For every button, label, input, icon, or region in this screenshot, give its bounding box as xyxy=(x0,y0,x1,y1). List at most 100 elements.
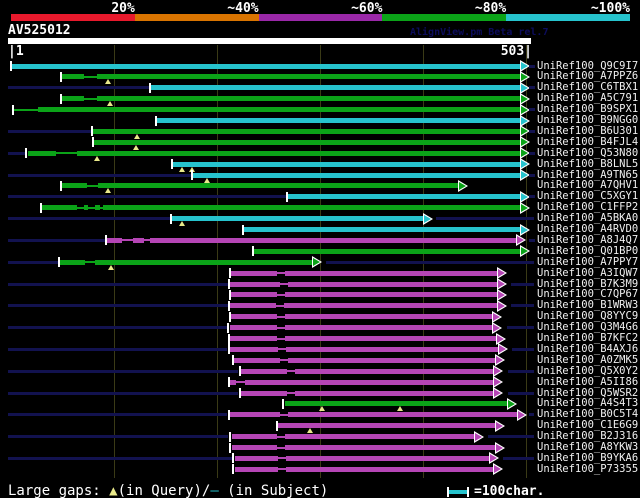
alignment-bar-segment[interactable] xyxy=(286,455,490,461)
alignment-bar-segment[interactable] xyxy=(285,434,475,440)
alignment-bar-segment[interactable] xyxy=(288,412,518,418)
subject-overhang-right xyxy=(529,413,534,417)
subject-gap-segment[interactable] xyxy=(280,359,288,362)
subject-gap-segment[interactable] xyxy=(84,97,97,100)
subject-gap-segment[interactable] xyxy=(87,184,98,187)
arrow-right-fill xyxy=(494,465,501,474)
alignment-bar-segment[interactable] xyxy=(230,412,280,418)
arrow-right-fill xyxy=(521,247,528,256)
alignment-bar-segment[interactable] xyxy=(98,183,460,189)
subject-gap-segment[interactable] xyxy=(277,315,285,318)
alignment-bar-segment[interactable] xyxy=(230,281,280,287)
subject-gap-segment[interactable] xyxy=(280,413,288,416)
subject-gap-segment[interactable] xyxy=(277,337,285,340)
alignment-bar-segment[interactable] xyxy=(244,227,521,232)
alignment-bar-segment[interactable] xyxy=(285,445,497,450)
alignment-bar-segment[interactable] xyxy=(235,455,278,461)
subject-gap-segment[interactable] xyxy=(14,108,38,111)
alignment-bar-segment[interactable] xyxy=(95,259,314,265)
subject-gap-segment[interactable] xyxy=(278,468,286,471)
alignment-bar-segment[interactable] xyxy=(241,390,287,396)
alignment-bar-segment[interactable] xyxy=(93,128,521,134)
alignment-bar-segment[interactable] xyxy=(254,248,521,254)
alignment-bar-segment[interactable] xyxy=(97,74,521,80)
alignment-bar-segment[interactable] xyxy=(231,314,277,320)
alignment-bar-segment[interactable] xyxy=(97,96,521,102)
alignment-bar-segment[interactable] xyxy=(172,216,424,222)
alignment-bar-segment[interactable] xyxy=(150,237,517,243)
alignment-bar-segment[interactable] xyxy=(230,346,278,352)
alignment-bar-segment[interactable] xyxy=(232,434,277,440)
subject-gap-segment[interactable] xyxy=(277,326,285,329)
alignment-bar-segment[interactable] xyxy=(235,466,278,472)
alignment-bar-segment[interactable] xyxy=(12,63,521,69)
alignment-bar-segment[interactable] xyxy=(285,336,497,341)
alignment-bar-segment[interactable] xyxy=(288,281,498,287)
subject-gap-segment[interactable] xyxy=(280,283,288,285)
subject-gap-segment[interactable] xyxy=(84,75,97,78)
alignment-bar-segment[interactable] xyxy=(107,237,122,243)
subject-overhang-left xyxy=(8,282,228,286)
alignment-bar-segment[interactable] xyxy=(62,96,84,102)
hit-label[interactable]: UniRef100_P73355 xyxy=(537,463,638,475)
arrow-right-fill xyxy=(521,171,528,179)
subject-gap-segment[interactable] xyxy=(277,293,285,296)
alignment-bar-segment[interactable] xyxy=(231,292,277,298)
alignment-bar-segment[interactable] xyxy=(285,314,494,320)
alignment-bar-segment[interactable] xyxy=(241,368,287,374)
subject-gap-segment[interactable] xyxy=(88,206,95,209)
query-gap-marker-icon xyxy=(179,166,185,172)
alignment-bar-segment[interactable] xyxy=(62,74,84,80)
subject-gap-segment[interactable] xyxy=(122,239,133,242)
subject-gap-segment[interactable] xyxy=(287,392,295,394)
alignment-bar-segment[interactable] xyxy=(286,346,499,352)
alignment-bar-segment[interactable] xyxy=(285,292,498,298)
arrow-right-fill xyxy=(313,258,320,267)
alignment-bar-segment[interactable] xyxy=(230,325,277,331)
alignment-bar-segment[interactable] xyxy=(103,205,521,211)
alignment-bar-segment[interactable] xyxy=(133,237,144,243)
alignment-bar-segment[interactable] xyxy=(157,118,521,123)
hit-label[interactable]: UniRef100_A5II86 xyxy=(537,376,638,388)
subject-gap-segment[interactable] xyxy=(56,152,77,155)
alignment-bar-segment[interactable] xyxy=(38,107,521,113)
subject-overhang-right xyxy=(512,347,534,351)
subject-gap-segment[interactable] xyxy=(277,446,285,449)
alignment-bar-segment[interactable] xyxy=(295,390,495,396)
alignment-bar-segment[interactable] xyxy=(62,183,87,189)
alignment-bar-segment[interactable] xyxy=(173,161,521,167)
alignment-bar-segment[interactable] xyxy=(285,270,498,276)
alignment-bar-segment[interactable] xyxy=(94,139,521,145)
subject-gap-segment[interactable] xyxy=(85,261,95,264)
alignment-bar-segment[interactable] xyxy=(193,172,521,178)
alignment-bar-segment[interactable] xyxy=(230,336,277,341)
arrow-right-fill xyxy=(490,454,497,463)
alignment-bar-segment[interactable] xyxy=(286,466,495,472)
alignment-bar-segment[interactable] xyxy=(230,303,276,309)
alignment-bar-segment[interactable] xyxy=(232,445,277,450)
alignment-bar-segment[interactable] xyxy=(42,205,77,211)
alignment-bar-segment[interactable] xyxy=(295,368,495,374)
subject-gap-segment[interactable] xyxy=(276,304,284,307)
alignment-bar-segment[interactable] xyxy=(231,270,277,276)
subject-gap-segment[interactable] xyxy=(277,272,285,275)
alignment-bar-segment[interactable] xyxy=(288,194,521,200)
alignment-bar-segment[interactable] xyxy=(234,357,280,363)
subject-gap-segment[interactable] xyxy=(278,457,286,460)
alignment-bar-segment[interactable] xyxy=(285,325,494,331)
subject-gap-segment[interactable] xyxy=(77,206,84,209)
subject-gap-segment[interactable] xyxy=(287,370,295,373)
alignment-bar-segment[interactable] xyxy=(77,150,521,156)
subject-gap-segment[interactable] xyxy=(277,435,285,438)
subject-overhang-left xyxy=(8,391,238,395)
alignment-bar-segment[interactable] xyxy=(151,85,521,91)
subject-gap-segment[interactable] xyxy=(278,348,286,351)
alignment-bar-segment[interactable] xyxy=(60,259,85,265)
alignment-bar-segment[interactable] xyxy=(284,303,498,309)
hit-label[interactable]: UniRef100_A3IQW7 xyxy=(537,267,638,279)
alignment-bar-segment[interactable] xyxy=(245,379,495,385)
subject-gap-segment[interactable] xyxy=(236,381,245,384)
hit-label[interactable]: UniRef100_B8LNL5 xyxy=(537,158,638,170)
alignment-bar-segment[interactable] xyxy=(288,357,497,363)
alignment-bar-segment[interactable] xyxy=(28,150,56,156)
